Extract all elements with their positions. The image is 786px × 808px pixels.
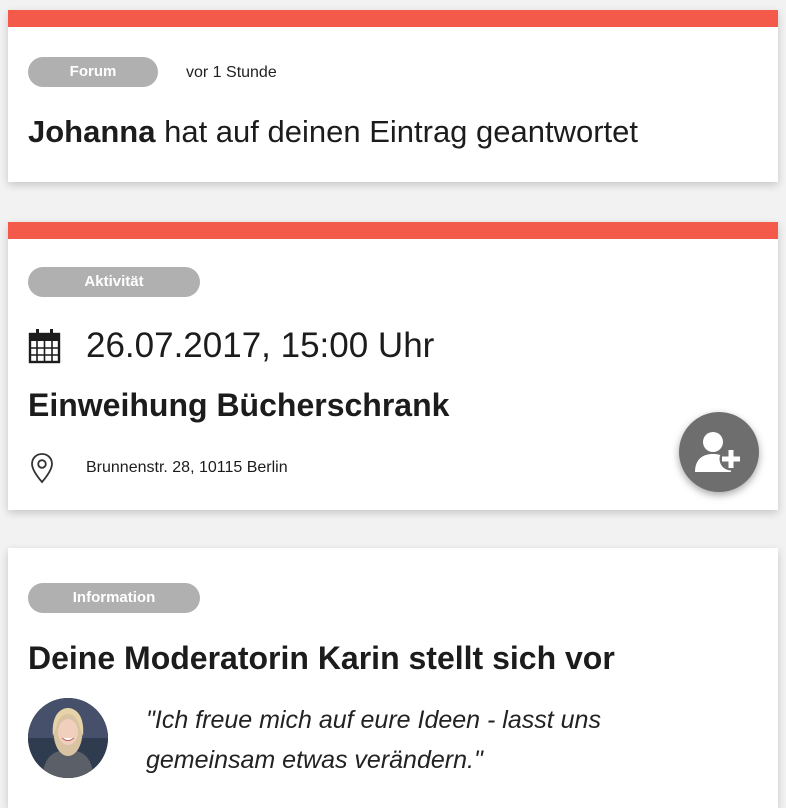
author-name: Johanna bbox=[28, 114, 156, 149]
card-accent-bar bbox=[8, 222, 778, 239]
calendar-icon bbox=[28, 329, 61, 364]
event-date: 26.07.2017, 15:00 Uhr bbox=[86, 326, 435, 365]
forum-notification-card[interactable]: Forum vor 1 Stunde Johanna hat auf deine… bbox=[8, 10, 778, 182]
moderator-photo bbox=[28, 698, 108, 778]
card-accent-bar bbox=[8, 10, 778, 27]
notification-message: Johanna hat auf deinen Eintrag geantwort… bbox=[28, 114, 638, 150]
event-address: Brunnenstr. 28, 10115 Berlin bbox=[86, 459, 288, 476]
event-date-row: 26.07.2017, 15:00 Uhr bbox=[28, 326, 434, 366]
category-badge: Information bbox=[28, 583, 200, 613]
activity-card[interactable]: Aktivität 26.07.2017, 15:00 Uhr Einweihu… bbox=[8, 222, 778, 510]
event-title: Einweihung Bücherschrank bbox=[28, 387, 450, 423]
event-location-row: Brunnenstr. 28, 10115 Berlin bbox=[30, 452, 288, 484]
timestamp: vor 1 Stunde bbox=[186, 64, 277, 81]
category-badge: Forum bbox=[28, 57, 158, 87]
message-text: hat auf deinen Eintrag geantwortet bbox=[155, 114, 639, 149]
avatar bbox=[28, 698, 108, 778]
info-title: Deine Moderatorin Karin stellt sich vor bbox=[28, 640, 615, 676]
join-event-button[interactable] bbox=[679, 412, 759, 492]
information-card[interactable]: Information Deine Moderatorin Karin stel… bbox=[8, 548, 778, 808]
add-user-icon bbox=[695, 432, 743, 472]
moderator-quote: "Ich freue mich auf eure Ideen - lasst u… bbox=[146, 706, 601, 774]
location-pin-icon bbox=[31, 453, 53, 484]
category-badge: Aktivität bbox=[28, 267, 200, 297]
